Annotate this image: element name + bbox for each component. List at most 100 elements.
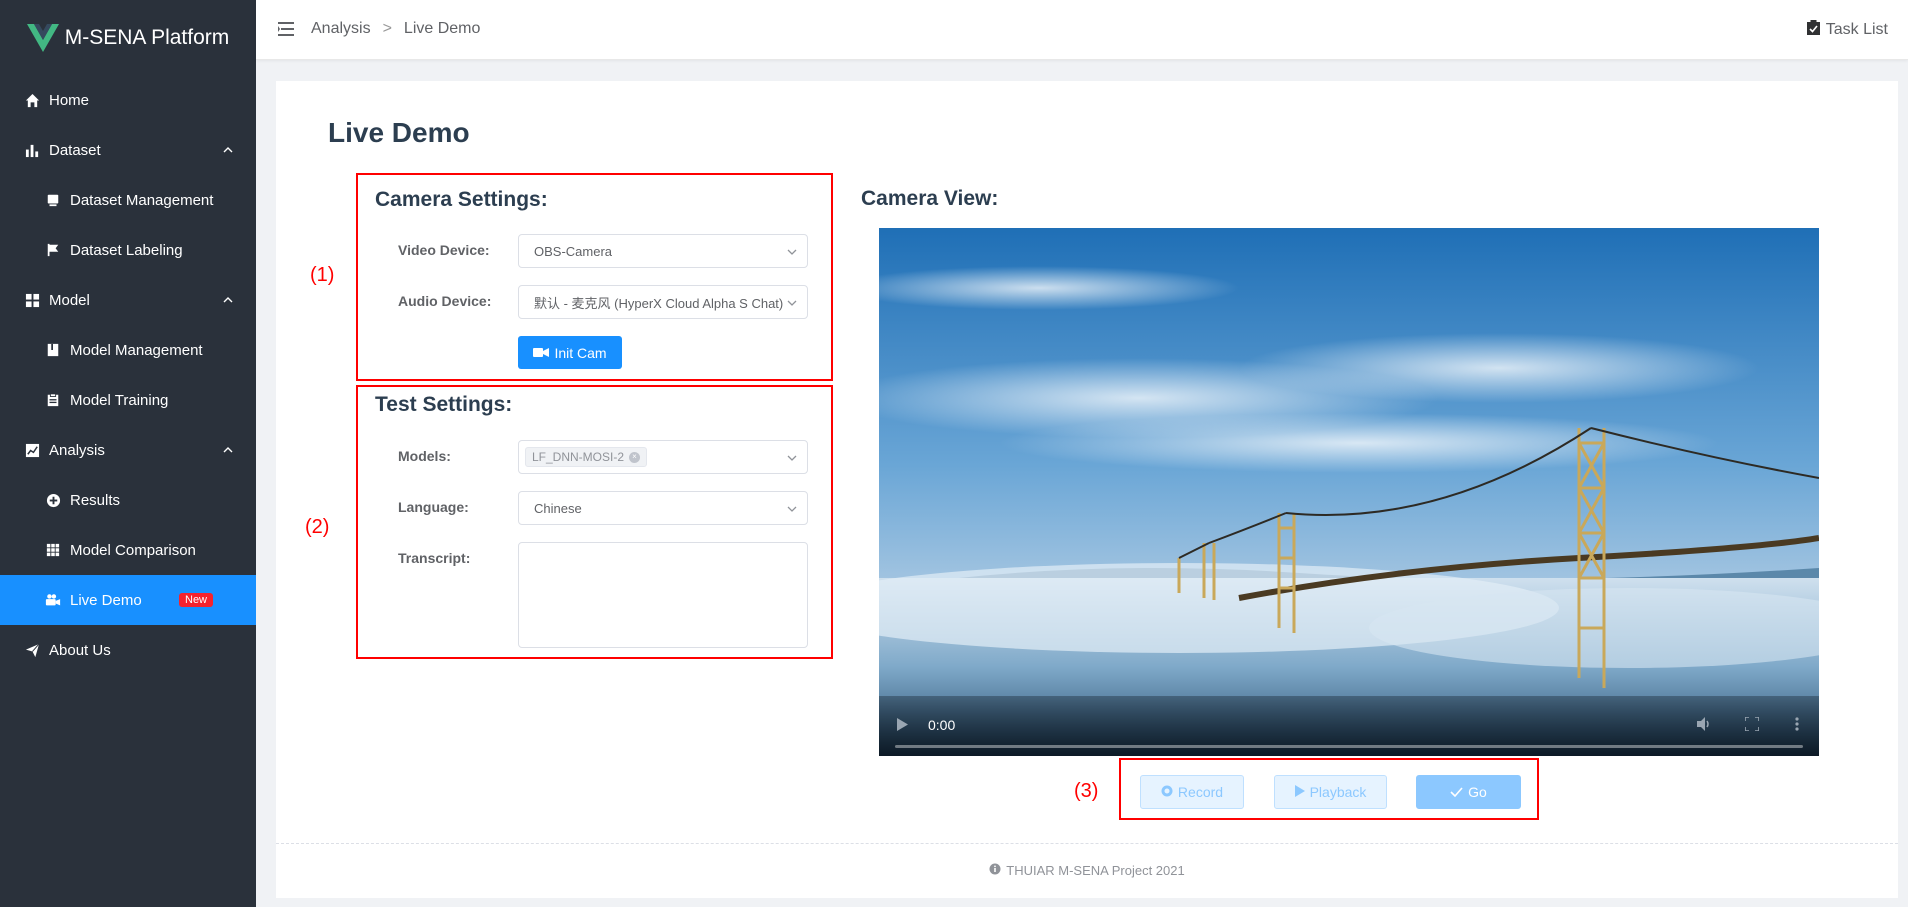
chevron-down-icon <box>786 452 798 467</box>
app-logo[interactable]: M-SENA Platform <box>0 0 256 75</box>
breadcrumb: Analysis > Live Demo <box>311 20 480 38</box>
chevron-down-icon <box>786 503 798 518</box>
chevron-up-icon <box>222 143 234 160</box>
sidebar-item-label: Dataset Labeling <box>70 241 183 259</box>
video-camera-icon <box>45 592 61 608</box>
sidebar-item-label: Live Demo <box>70 591 142 609</box>
video-time: 0:00 <box>928 717 956 733</box>
bar-chart-icon <box>24 142 40 158</box>
play-icon <box>1294 784 1305 800</box>
sidebar-item-label: Model Training <box>70 391 169 409</box>
model-tag-label: LF_DNN-MOSI-2 <box>532 450 625 464</box>
clipboard-icon <box>45 392 61 408</box>
database-icon <box>45 192 61 208</box>
video-device-select[interactable]: OBS-Camera <box>518 234 808 268</box>
sidebar-item-home[interactable]: Home <box>0 75 256 125</box>
sidebar-item-model-management[interactable]: Model Management <box>0 325 256 375</box>
sidebar-item-about-us[interactable]: About Us <box>0 625 256 675</box>
play-icon[interactable] <box>897 718 908 736</box>
volume-icon[interactable] <box>1697 717 1712 736</box>
playback-button[interactable]: Playback <box>1274 775 1387 809</box>
camera-view-title: Camera View: <box>861 187 999 210</box>
vue-logo-icon <box>26 23 59 52</box>
task-list-button[interactable]: Task List <box>1806 20 1888 40</box>
init-cam-button[interactable]: Init Cam <box>518 336 622 369</box>
audio-device-value: 默认 - 麦克风 (HyperX Cloud Alpha S Chat) <box>534 295 784 311</box>
app-title: M-SENA Platform <box>64 25 230 49</box>
book-icon <box>45 342 61 358</box>
sidebar-item-label: Model Management <box>70 341 203 359</box>
language-value: Chinese <box>534 500 582 516</box>
sidebar-item-label: Results <box>70 491 121 509</box>
sidebar-item-label: Model <box>49 291 90 309</box>
plus-circle-icon <box>45 492 61 508</box>
model-tag: LF_DNN-MOSI-2 × <box>525 447 648 467</box>
fullscreen-icon[interactable] <box>1744 716 1760 736</box>
annotation-2: (2) <box>305 516 330 538</box>
hamburger-menu-icon[interactable] <box>278 22 294 41</box>
record-icon <box>1161 784 1173 800</box>
annotation-1: (1) <box>310 264 335 286</box>
breadcrumb-item-analysis[interactable]: Analysis <box>311 20 371 38</box>
chevron-up-icon <box>222 443 234 460</box>
playback-label: Playback <box>1309 784 1367 800</box>
camera-settings-title: Camera Settings: <box>375 188 548 211</box>
video-progress-bar[interactable] <box>895 745 1803 748</box>
sidebar-item-label: Analysis <box>49 441 105 459</box>
breadcrumb-separator: > <box>382 20 392 37</box>
sidebar-item-label: About Us <box>49 641 111 659</box>
go-label: Go <box>1468 784 1487 800</box>
flag-icon <box>45 242 61 258</box>
new-badge: New <box>179 593 214 607</box>
sidebar: M-SENA Platform Home Dataset Dataset Man… <box>0 0 256 907</box>
test-settings-title: Test Settings: <box>375 393 513 416</box>
sidebar-item-label: Dataset Management <box>70 191 214 209</box>
clipboard-check-icon <box>1806 20 1820 40</box>
sidebar-item-results[interactable]: Results <box>0 475 256 525</box>
line-chart-icon <box>24 442 40 458</box>
table-grid-icon <box>45 542 61 558</box>
chevron-down-icon <box>786 246 798 261</box>
video-device-value: OBS-Camera <box>534 243 613 259</box>
annotation-3: (3) <box>1074 780 1099 802</box>
sidebar-item-model[interactable]: Model <box>0 275 256 325</box>
models-select[interactable]: LF_DNN-MOSI-2 × <box>518 440 808 474</box>
bridge-image <box>879 228 1819 756</box>
video-camera-icon <box>533 345 550 361</box>
video-controls: 0:00 <box>879 696 1819 756</box>
sidebar-item-label: Model Comparison <box>70 541 196 559</box>
video-device-label: Video Device: <box>398 242 490 258</box>
audio-device-label: Audio Device: <box>398 293 492 309</box>
grid-icon <box>24 292 40 308</box>
record-button[interactable]: Record <box>1140 775 1244 809</box>
transcript-label: Transcript: <box>398 550 471 566</box>
record-label: Record <box>1177 784 1224 800</box>
home-icon <box>24 92 40 108</box>
breadcrumb-item-live-demo: Live Demo <box>403 20 481 37</box>
task-list-label: Task List <box>1825 21 1888 38</box>
sidebar-item-live-demo[interactable]: Live Demo New <box>0 575 256 625</box>
sidebar-item-model-training[interactable]: Model Training <box>0 375 256 425</box>
chevron-down-icon <box>786 297 798 312</box>
language-select[interactable]: Chinese <box>518 491 808 525</box>
chevron-up-icon <box>222 293 234 310</box>
sidebar-item-model-comparison[interactable]: Model Comparison <box>0 525 256 575</box>
models-label: Models: <box>398 448 451 464</box>
audio-device-select[interactable]: 默认 - 麦克风 (HyperX Cloud Alpha S Chat) <box>518 285 808 319</box>
check-icon <box>1450 784 1463 800</box>
top-header: Analysis > Live Demo Task List <box>256 0 1908 60</box>
sidebar-item-dataset[interactable]: Dataset <box>0 125 256 175</box>
close-icon[interactable]: × <box>629 451 641 463</box>
sidebar-item-label: Dataset <box>49 141 101 159</box>
go-button[interactable]: Go <box>1416 775 1521 809</box>
camera-video[interactable]: 0:00 <box>879 228 1819 756</box>
more-options-icon[interactable] <box>1795 717 1799 736</box>
sidebar-item-dataset-management[interactable]: Dataset Management <box>0 175 256 225</box>
language-label: Language: <box>398 499 469 515</box>
init-cam-label: Init Cam <box>554 344 607 361</box>
transcript-textarea[interactable] <box>518 542 808 648</box>
sidebar-item-analysis[interactable]: Analysis <box>0 425 256 475</box>
sidebar-item-label: Home <box>49 91 90 109</box>
sidebar-item-dataset-labeling[interactable]: Dataset Labeling <box>0 225 256 275</box>
send-icon <box>24 642 40 658</box>
